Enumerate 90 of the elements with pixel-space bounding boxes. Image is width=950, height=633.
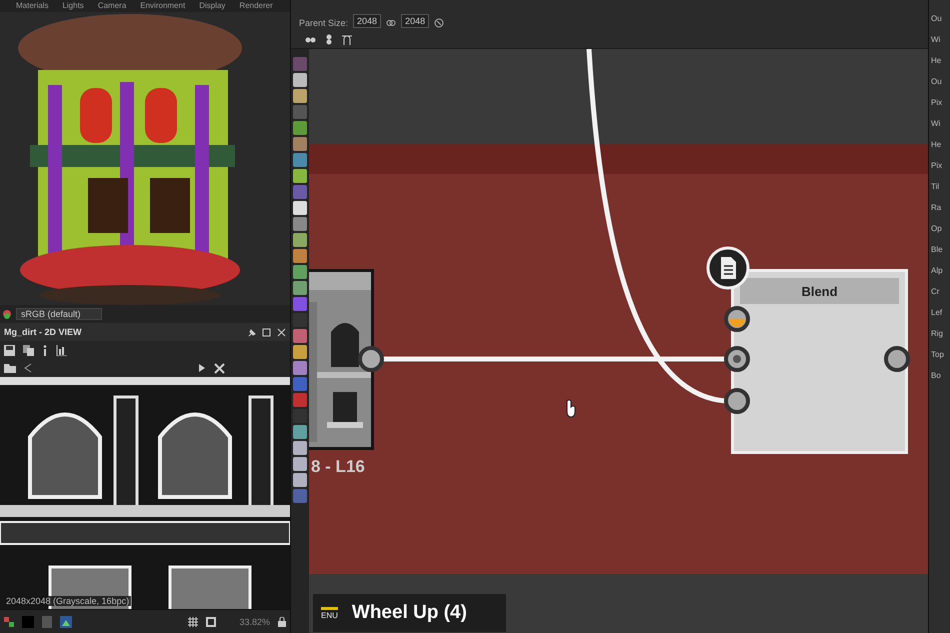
node-library-icon[interactable] (293, 441, 307, 455)
image-info: 2048x2048 (Grayscale, 16bpc) (4, 596, 132, 606)
node-library-icon[interactable] (293, 73, 307, 87)
property-label: Til (931, 182, 940, 191)
property-label: Ble (931, 245, 944, 254)
swatch-icon[interactable] (42, 616, 52, 628)
grid-icon[interactable] (188, 616, 198, 626)
property-label: Pix (931, 98, 944, 107)
height-dropdown[interactable]: 2048 (401, 14, 430, 28)
connector-pin[interactable] (724, 388, 750, 414)
node-title: Blend (740, 278, 899, 304)
node-library-icon[interactable] (293, 425, 307, 439)
property-label: Ou (931, 14, 943, 23)
node-library-icon[interactable] (293, 329, 307, 343)
color-wheel-icon (2, 309, 12, 319)
connector-pin[interactable] (724, 346, 750, 372)
node-library-icon[interactable] (293, 297, 307, 311)
reset-icon[interactable] (434, 18, 444, 28)
property-label: Alp (931, 266, 944, 275)
previous-icon[interactable] (24, 363, 32, 373)
pin-icon[interactable] (247, 328, 256, 336)
align-vertical-icon[interactable] (326, 34, 332, 45)
connector-pin[interactable] (358, 346, 384, 372)
node-library-icon[interactable] (293, 265, 307, 279)
node-library-icon[interactable] (293, 489, 307, 503)
node-library-icon[interactable] (293, 105, 307, 119)
menu-item[interactable]: Display (199, 0, 226, 10)
swatch-icon[interactable] (22, 616, 34, 628)
image-icon[interactable] (60, 616, 72, 628)
node-library-icon[interactable] (293, 457, 307, 471)
parent-size-label: Parent Size: (299, 18, 348, 28)
width-dropdown[interactable]: 2048 (353, 14, 382, 28)
property-label: He (931, 140, 942, 149)
property-label: Top (931, 350, 945, 359)
property-label: Cr (931, 287, 940, 296)
node-library-icon[interactable] (293, 377, 307, 391)
property-label: Wi (931, 35, 942, 44)
menu-item[interactable]: Environment (140, 0, 186, 10)
menu-item[interactable]: Materials (16, 0, 48, 10)
hint-text: Wheel Up (4) (352, 602, 467, 624)
connector-pin[interactable] (724, 306, 750, 332)
language-indicator: ENU (321, 606, 338, 620)
node-library-icon[interactable] (293, 345, 307, 359)
node-library-icon[interactable] (293, 153, 307, 167)
menu-item[interactable]: Camera (98, 0, 126, 10)
property-label: Op (931, 224, 943, 233)
align-horizontal-icon[interactable] (305, 36, 316, 42)
node-library-icon[interactable] (293, 57, 307, 71)
property-label: Lef (931, 308, 944, 317)
node-library-icon[interactable] (293, 473, 307, 487)
folder-icon[interactable] (4, 363, 16, 373)
property-label: Ra (931, 203, 942, 212)
node-library-icon[interactable] (293, 233, 307, 247)
property-label: He (931, 56, 942, 65)
menu-item[interactable]: Renderer (239, 0, 273, 10)
property-label: Rig (931, 329, 944, 338)
node-library-icon[interactable] (293, 201, 307, 215)
node-library-icon[interactable] (293, 89, 307, 103)
link-icon[interactable] (386, 18, 396, 28)
copy-icon[interactable] (23, 344, 34, 356)
node-library-icon[interactable] (293, 249, 307, 263)
panel-title: Mg_dirt - 2D VIEW (4, 327, 82, 337)
node-label: 8 - L16 (311, 457, 365, 477)
lock-icon[interactable] (278, 616, 286, 626)
fit-icon[interactable] (214, 362, 225, 374)
node-library-icon[interactable] (293, 361, 307, 375)
blend-node[interactable]: Blend (731, 269, 908, 454)
node-library-icon[interactable] (293, 137, 307, 151)
node-library-icon[interactable] (293, 121, 307, 135)
zoom-level: 33.82% (239, 616, 270, 626)
next-icon[interactable] (198, 363, 206, 373)
property-label: Pix (931, 161, 944, 170)
connector-pin[interactable] (884, 346, 910, 372)
colorspace-dropdown[interactable]: sRGB (default) (16, 308, 102, 320)
snap-icon[interactable] (342, 34, 352, 45)
node-library-icon[interactable] (293, 217, 307, 231)
save-icon[interactable] (4, 344, 15, 356)
node-library-icon[interactable] (293, 281, 307, 295)
histogram-icon[interactable] (56, 344, 67, 356)
node-library-icon[interactable] (293, 393, 307, 407)
property-label: Ou (931, 77, 943, 86)
menu-item[interactable]: Lights (62, 0, 84, 10)
node-library-icon[interactable] (293, 169, 307, 183)
property-label: Wi (931, 119, 942, 128)
node-library-icon[interactable] (293, 185, 307, 199)
property-label: Bo (931, 371, 942, 380)
maximize-icon[interactable] (262, 328, 271, 336)
info-icon[interactable] (42, 344, 48, 356)
close-icon[interactable] (277, 328, 286, 336)
frame-icon[interactable] (206, 616, 216, 626)
